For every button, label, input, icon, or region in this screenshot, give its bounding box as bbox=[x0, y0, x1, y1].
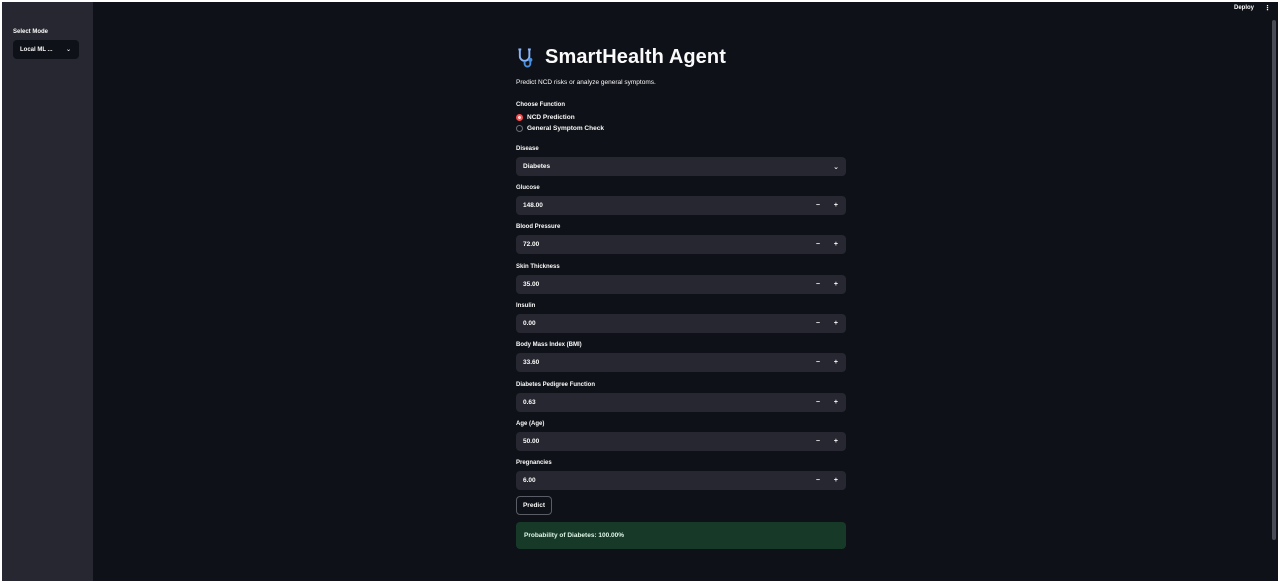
blood-pressure-input[interactable]: 72.00 − + bbox=[516, 235, 846, 254]
disease-select-value: Diabetes bbox=[523, 163, 551, 170]
decrement-button[interactable]: − bbox=[816, 359, 820, 366]
increment-button[interactable]: + bbox=[834, 241, 838, 248]
pregnancies-label: Pregnancies bbox=[516, 460, 552, 466]
mode-select[interactable]: Local ML ... ⌄ bbox=[13, 40, 79, 59]
bmi-input[interactable]: 33.60 − + bbox=[516, 353, 846, 372]
skin-thickness-value: 35.00 bbox=[523, 281, 540, 288]
main-content: SmartHealth Agent Predict NCD risks or a… bbox=[516, 2, 846, 581]
select-mode-label: Select Mode bbox=[13, 29, 49, 35]
increment-button[interactable]: + bbox=[834, 281, 838, 288]
disease-select[interactable]: Diabetes ⌄ bbox=[516, 157, 846, 176]
chevron-down-icon: ⌄ bbox=[65, 47, 71, 53]
radio-selected-icon bbox=[516, 114, 523, 121]
decrement-button[interactable]: − bbox=[816, 438, 820, 445]
decrement-button[interactable]: − bbox=[816, 477, 820, 484]
increment-button[interactable]: + bbox=[834, 202, 838, 209]
age-label: Age (Age) bbox=[516, 421, 545, 427]
decrement-button[interactable]: − bbox=[816, 281, 820, 288]
increment-button[interactable]: + bbox=[834, 438, 838, 445]
kebab-menu-icon[interactable]: ⋮ bbox=[1264, 4, 1271, 12]
deploy-button[interactable]: Deploy bbox=[1234, 5, 1254, 11]
blood-pressure-value: 72.00 bbox=[523, 241, 540, 248]
app-window: Select Mode Local ML ... ⌄ Deploy ⋮ Smar… bbox=[2, 2, 1278, 581]
pregnancies-input[interactable]: 6.00 − + bbox=[516, 471, 846, 490]
page-subtitle: Predict NCD risks or analyze general sym… bbox=[516, 79, 656, 86]
bmi-label: Body Mass Index (BMI) bbox=[516, 342, 582, 348]
radio-ncd-prediction[interactable]: NCD Prediction bbox=[516, 114, 575, 121]
skin-thickness-input[interactable]: 35.00 − + bbox=[516, 275, 846, 294]
radio-label: NCD Prediction bbox=[527, 114, 575, 121]
pedigree-label: Diabetes Pedigree Function bbox=[516, 382, 596, 388]
pregnancies-value: 6.00 bbox=[523, 477, 536, 484]
insulin-value: 0.00 bbox=[523, 320, 536, 327]
increment-button[interactable]: + bbox=[834, 320, 838, 327]
chevron-down-icon: ⌄ bbox=[833, 163, 839, 171]
sidebar: Select Mode Local ML ... ⌄ bbox=[2, 2, 93, 581]
disease-label: Disease bbox=[516, 146, 539, 152]
glucose-value: 148.00 bbox=[523, 202, 543, 209]
insulin-label: Insulin bbox=[516, 303, 536, 309]
radio-label: General Symptom Check bbox=[527, 125, 604, 132]
glucose-label: Glucose bbox=[516, 185, 540, 191]
decrement-button[interactable]: − bbox=[816, 202, 820, 209]
decrement-button[interactable]: − bbox=[816, 399, 820, 406]
skin-thickness-label: Skin Thickness bbox=[516, 264, 560, 270]
insulin-input[interactable]: 0.00 − + bbox=[516, 314, 846, 333]
increment-button[interactable]: + bbox=[834, 399, 838, 406]
title-row: SmartHealth Agent bbox=[516, 46, 726, 69]
pedigree-value: 0.63 bbox=[523, 399, 536, 406]
glucose-input[interactable]: 148.00 − + bbox=[516, 196, 846, 215]
page-title: SmartHealth Agent bbox=[545, 46, 726, 68]
radio-unselected-icon bbox=[516, 125, 523, 132]
increment-button[interactable]: + bbox=[834, 477, 838, 484]
increment-button[interactable]: + bbox=[834, 359, 838, 366]
top-toolbar: Deploy ⋮ bbox=[1218, 2, 1278, 14]
age-input[interactable]: 50.00 − + bbox=[516, 432, 846, 451]
stethoscope-icon bbox=[518, 47, 533, 67]
pedigree-input[interactable]: 0.63 − + bbox=[516, 393, 846, 412]
age-value: 50.00 bbox=[523, 438, 540, 445]
decrement-button[interactable]: − bbox=[816, 241, 820, 248]
scrollbar[interactable] bbox=[1272, 20, 1276, 540]
result-success-alert: Probability of Diabetes: 100.00% bbox=[516, 522, 846, 549]
decrement-button[interactable]: − bbox=[816, 320, 820, 327]
choose-function-label: Choose Function bbox=[516, 102, 565, 108]
blood-pressure-label: Blood Pressure bbox=[516, 224, 561, 230]
bmi-value: 33.60 bbox=[523, 359, 540, 366]
radio-general-symptom-check[interactable]: General Symptom Check bbox=[516, 125, 604, 132]
mode-select-value: Local ML ... bbox=[20, 46, 53, 53]
predict-button[interactable]: Predict bbox=[516, 496, 552, 515]
